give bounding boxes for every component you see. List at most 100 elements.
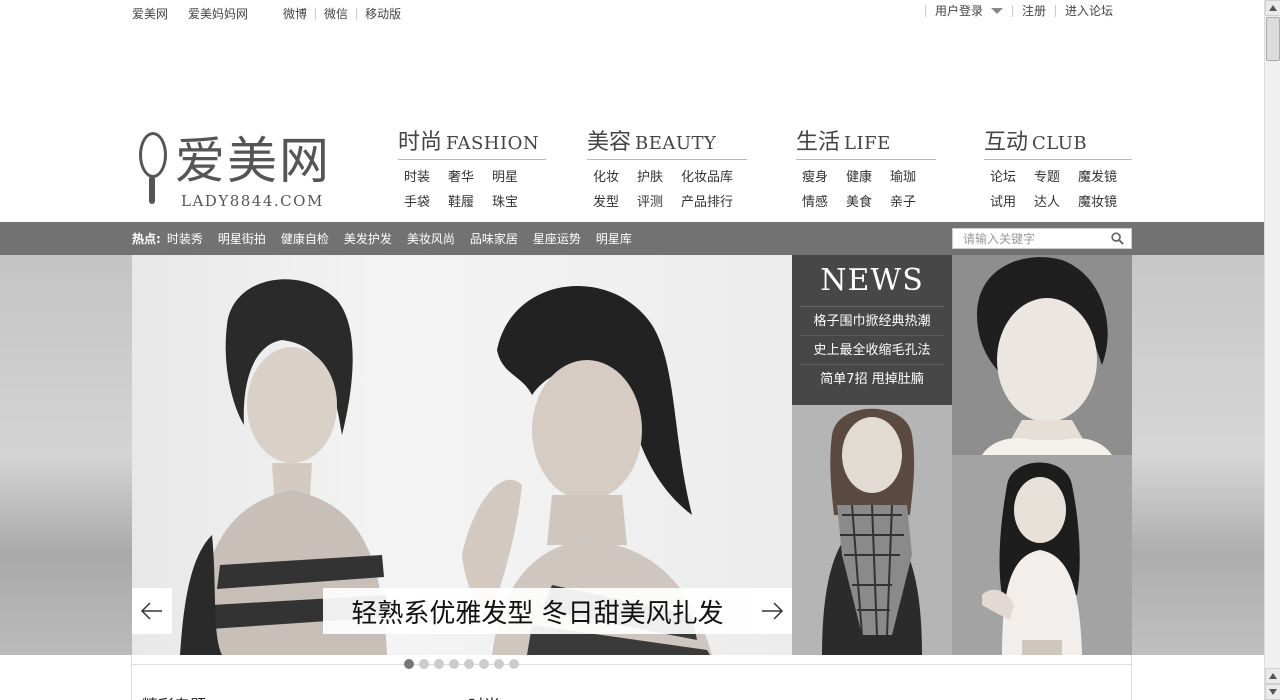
pagination-dot[interactable] [404,659,414,669]
hot-topics-bar: 热点: 时装秀 明星街拍 健康自检 美发护发 美妆风尚 品味家居 星座运势 明星… [0,222,1264,255]
nav-row: 情感 美食 亲子 [796,191,936,210]
forum-link[interactable]: 进入论坛 [1054,5,1122,17]
hot-link[interactable]: 明星街拍 [218,230,266,247]
nav-title-en: FASHION [446,133,540,154]
search-icon[interactable] [1111,232,1124,245]
nav-link[interactable]: 情感 [802,191,828,210]
hot-link[interactable]: 星座运势 [533,230,581,247]
nav-link[interactable]: 鞋履 [448,191,474,210]
nav-link[interactable]: 健康 [846,166,872,185]
pagination-dot[interactable] [449,659,459,669]
nav-link[interactable]: 化妆品库 [681,166,733,185]
hot-link[interactable]: 健康自检 [281,230,329,247]
nav-link[interactable]: 魔发镜 [1078,166,1117,185]
scroll-thumb[interactable] [1266,17,1280,61]
news-item[interactable]: 史上最全收缩毛孔法 [800,336,944,365]
scroll-up-lower-button[interactable] [1265,668,1280,684]
hero-slide[interactable]: 轻熟系优雅发型 冬日甜美风扎发 [132,255,792,655]
news-title: NEWS [800,263,944,307]
slide-pagination [404,659,524,669]
nav-group-life: 生活 LIFE 瘦身 健康 瑜珈 情感 美食 亲子 [796,128,936,210]
nav-row: 试用 达人 魔妆镜 [984,191,1132,210]
nav-row: 发型 评测 产品排行 [587,191,747,210]
nav-link[interactable]: 产品排行 [681,191,733,210]
scroll-down-button[interactable] [1265,684,1280,700]
nav-link[interactable]: 论坛 [990,166,1016,185]
hot-link[interactable]: 时装秀 [167,230,203,247]
photo-woman-scarf [792,405,952,655]
nav-link[interactable]: 专题 [1034,166,1060,185]
section-title-fashion: 时尚 [468,692,500,700]
nav-group-title[interactable]: 美容 BEAUTY [587,128,747,160]
link-mobile[interactable]: 移动版 [356,7,409,20]
nav-link[interactable]: 奢华 [448,166,474,185]
login-label: 用户登录 [934,4,983,18]
nav-link[interactable]: 手袋 [404,191,430,210]
nav-link[interactable]: 化妆 [593,166,619,185]
nav-title-en: LIFE [844,133,891,154]
hot-label: 热点: [132,232,161,246]
news-item[interactable]: 简单7招 甩掉肚腩 [800,365,944,394]
triangle-up-icon [1269,673,1277,679]
pagination-dot[interactable] [509,659,519,669]
nav-link[interactable]: 发型 [593,191,619,210]
photo-short-hair[interactable] [952,255,1132,455]
link-weixin[interactable]: 微信 [315,7,356,20]
nav-link[interactable]: 瑜珈 [890,166,916,185]
nav-link[interactable]: 评测 [637,191,663,210]
page-scrollbar[interactable] [1264,0,1280,700]
nav-row: 化妆 护肤 化妆品库 [587,166,747,185]
nav-row: 手袋 鞋履 珠宝 [398,191,546,210]
nav-row: 论坛 专题 魔发镜 [984,166,1132,185]
hot-link[interactable]: 美发护发 [344,230,392,247]
pagination-dot[interactable] [464,659,474,669]
pagination-dot[interactable] [479,659,489,669]
hot-link[interactable]: 品味家居 [470,230,518,247]
nav-row: 时装 奢华 明星 [398,166,546,185]
nav-link[interactable]: 瘦身 [802,166,828,185]
arrow-right-icon [762,602,784,620]
nav-link[interactable]: 亲子 [890,191,916,210]
prev-slide-button[interactable] [132,588,172,634]
site-logo[interactable]: 爱美网 LADY8844.COM [137,128,347,210]
nav-link[interactable]: 达人 [1034,191,1060,210]
link-aimei[interactable]: 爱美网 [132,5,168,22]
nav-title-en: BEAUTY [635,133,717,154]
mirror-handle [149,176,155,204]
login-dropdown[interactable]: 用户登录 [924,4,1012,18]
nav-title-cn: 时尚 [398,130,443,155]
site-header: 爱美网 LADY8844.COM 时尚 FASHION 时装 奢华 明星 手袋 鞋… [0,120,1264,222]
next-slide-button[interactable] [752,588,792,634]
scroll-up-button[interactable] [1265,0,1280,16]
content-frame-left [131,655,132,700]
hot-link[interactable]: 美妆风尚 [407,230,455,247]
news-item[interactable]: 格子围巾掀经典热潮 [800,307,944,336]
nav-link[interactable]: 时装 [404,166,430,185]
background-cityscape-right [1132,255,1264,655]
news-box: NEWS 格子围巾掀经典热潮 史上最全收缩毛孔法 简单7招 甩掉肚腩 [792,255,952,405]
nav-link[interactable]: 试用 [990,191,1016,210]
nav-group-title[interactable]: 生活 LIFE [796,128,936,160]
link-aimei-mama[interactable]: 爱美妈妈网 [188,5,248,22]
nav-link[interactable]: 美食 [846,191,872,210]
photo-woman-short-hair [952,255,1132,455]
nav-link[interactable]: 珠宝 [492,191,518,210]
nav-link[interactable]: 明星 [492,166,518,185]
nav-link[interactable]: 护肤 [637,166,663,185]
news-photo-scarf[interactable] [792,405,952,655]
background-cityscape-left [0,255,132,655]
photo-long-hair[interactable] [952,455,1132,655]
nav-group-title[interactable]: 时尚 FASHION [398,128,546,160]
pagination-dot[interactable] [494,659,504,669]
register-link[interactable]: 注册 [1011,5,1055,17]
search-input[interactable] [953,229,1103,248]
slide-caption[interactable]: 轻熟系优雅发型 冬日甜美风扎发 [323,588,752,634]
hot-link[interactable]: 明星库 [596,230,632,247]
nav-group-title[interactable]: 互动 CLUB [984,128,1132,160]
nav-link[interactable]: 魔妆镜 [1078,191,1117,210]
search-box [952,228,1132,249]
link-weibo[interactable]: 微博 [283,8,315,20]
pagination-dot[interactable] [419,659,429,669]
nav-row: 瘦身 健康 瑜珈 [796,166,936,185]
pagination-dot[interactable] [434,659,444,669]
